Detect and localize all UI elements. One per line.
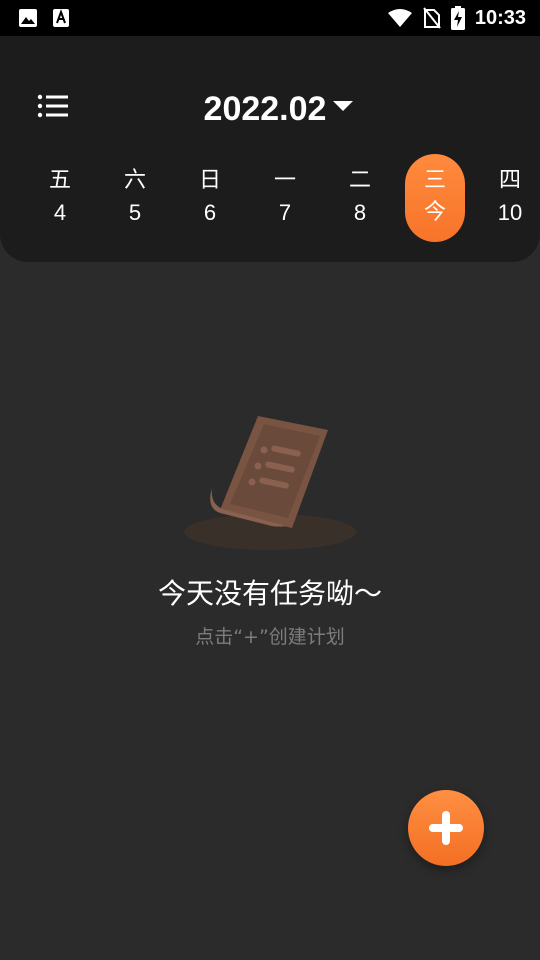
wifi-icon bbox=[387, 8, 413, 28]
day-item[interactable]: 四 10 bbox=[480, 154, 540, 242]
month-selector[interactable]: 2022.02 bbox=[0, 90, 540, 129]
day-weekday: 五 bbox=[48, 168, 71, 193]
day-number: 7 bbox=[278, 200, 292, 225]
add-task-button[interactable] bbox=[408, 790, 484, 866]
day-item[interactable]: 五 4 bbox=[30, 154, 90, 242]
day-weekday: 六 bbox=[123, 168, 146, 193]
day-number: 4 bbox=[53, 200, 67, 225]
calendar-header: 2022.02 五 4 六 5 日 6 一 7 二 8 三 今 四 10 bbox=[0, 36, 540, 262]
week-strip: 五 4 六 5 日 6 一 7 二 8 三 今 四 10 bbox=[0, 154, 540, 248]
day-item[interactable]: 二 8 bbox=[330, 154, 390, 242]
day-number: 10 bbox=[497, 200, 523, 225]
empty-state-hint: 点击“+”创建计划 bbox=[195, 626, 345, 648]
empty-state-title: 今天没有任务呦～ bbox=[157, 577, 382, 610]
day-weekday: 一 bbox=[273, 168, 296, 193]
day-weekday: 四 bbox=[498, 168, 521, 193]
day-item[interactable]: 六 5 bbox=[105, 154, 165, 242]
day-number: 6 bbox=[203, 200, 217, 225]
day-number: 8 bbox=[353, 200, 367, 225]
no-sim-icon bbox=[423, 7, 441, 29]
day-weekday: 二 bbox=[348, 168, 371, 193]
image-icon bbox=[18, 8, 38, 28]
day-item[interactable]: 日 6 bbox=[180, 154, 240, 242]
caret-down-icon[interactable] bbox=[332, 97, 354, 116]
day-number: 5 bbox=[128, 200, 142, 225]
day-item-today[interactable]: 三 今 bbox=[405, 154, 465, 242]
month-label[interactable]: 2022.02 bbox=[204, 90, 327, 129]
day-number: 今 bbox=[423, 200, 446, 225]
battery-charging-icon bbox=[450, 6, 465, 30]
plus-icon bbox=[429, 811, 463, 845]
text-a-icon bbox=[52, 8, 70, 28]
status-time: 10:33 bbox=[474, 6, 526, 29]
day-weekday: 日 bbox=[198, 168, 221, 193]
day-item[interactable]: 一 7 bbox=[255, 154, 315, 242]
document-list-icon bbox=[180, 410, 360, 560]
status-bar: 10:33 bbox=[0, 0, 540, 36]
day-weekday: 三 bbox=[423, 168, 446, 193]
